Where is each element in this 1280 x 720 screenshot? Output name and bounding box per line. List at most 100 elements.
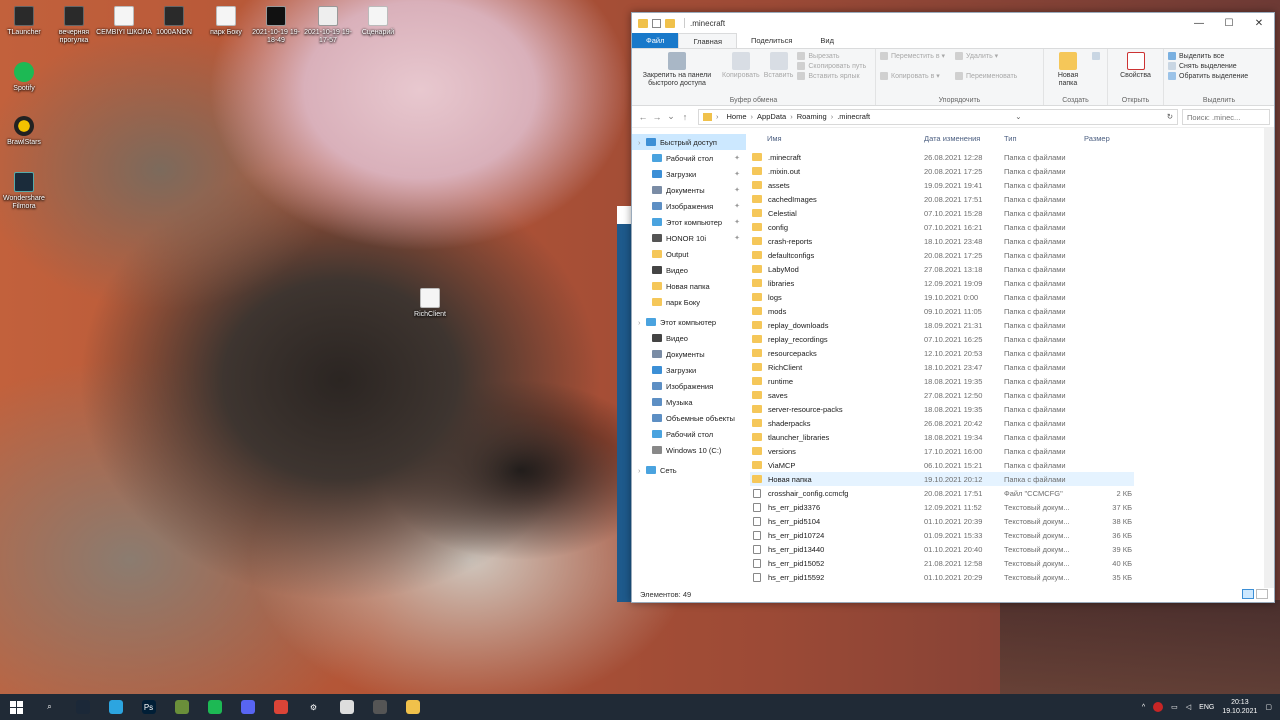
maximize-button[interactable]: ☐ xyxy=(1214,13,1244,33)
desktop-icon[interactable]: Wondershare Filmora xyxy=(0,172,52,211)
new-folder-button[interactable]: Новая папка xyxy=(1048,52,1088,93)
nav-item[interactable]: › Сеть xyxy=(632,462,746,478)
new-item-icon[interactable] xyxy=(1092,52,1103,60)
table-row[interactable]: hs_err_pid13440 01.10.2021 20:40 Текстовый… xyxy=(750,542,1134,556)
details-view-icon[interactable] xyxy=(1242,589,1254,599)
forward-button[interactable]: → xyxy=(650,112,664,122)
chevron-right-icon[interactable]: › xyxy=(638,466,646,475)
nav-item[interactable]: Музыка xyxy=(632,394,746,410)
taskbar-app[interactable] xyxy=(264,694,297,720)
table-row[interactable]: assets 19.09.2021 19:41 Папка с файлами xyxy=(750,178,1134,192)
table-row[interactable]: hs_err_pid15592 01.10.2021 20:29 Текстовый… xyxy=(750,570,1134,584)
breadcrumb-appdata[interactable]: AppData xyxy=(757,112,786,121)
desktop-icon[interactable]: Spotify xyxy=(0,62,52,93)
table-row[interactable]: server-resource-packs 18.08.2021 19:35 Пап… xyxy=(750,402,1134,416)
move-to-button[interactable]: Переместить в ▾ xyxy=(880,52,945,60)
address-dropdown-icon[interactable]: ⌄ xyxy=(1015,112,1025,121)
taskbar-app[interactable] xyxy=(330,694,363,720)
taskbar-app[interactable] xyxy=(66,694,99,720)
minimize-button[interactable]: — xyxy=(1184,13,1214,33)
start-button[interactable] xyxy=(0,694,33,720)
table-row[interactable]: ViaMCP 06.10.2021 15:21 Папка с файлами xyxy=(750,458,1134,472)
column-name[interactable]: Имя xyxy=(750,134,924,143)
pin-icon[interactable]: ✦ xyxy=(734,186,740,194)
network-icon[interactable]: ▭ xyxy=(1171,703,1178,711)
desktop-icon[interactable]: 2021-10-19 19-18-49 xyxy=(248,6,304,45)
chevron-right-icon[interactable]: › xyxy=(638,138,646,147)
table-row[interactable]: Celestial 07.10.2021 15:28 Папка с файлами xyxy=(750,206,1134,220)
nav-item[interactable]: Документы xyxy=(632,346,746,362)
paste-button[interactable]: Вставить xyxy=(764,52,793,93)
table-row[interactable]: mods 09.10.2021 11:05 Папка с файлами xyxy=(750,304,1134,318)
tab-share[interactable]: Поделиться xyxy=(737,33,806,48)
copy-button[interactable]: Копировать xyxy=(722,52,760,93)
desktop-icon[interactable]: вечерняя прогулка xyxy=(46,6,102,45)
taskbar-app[interactable]: ⌕ xyxy=(33,694,66,720)
nav-item[interactable]: Рабочий стол xyxy=(632,426,746,442)
taskbar-app[interactable] xyxy=(231,694,264,720)
desktop-icon[interactable]: 1000ANON xyxy=(146,6,202,37)
table-row[interactable]: .mixin.out 20.08.2021 17:25 Папка с файлам… xyxy=(750,164,1134,178)
clock[interactable]: 20:13 19.10.2021 xyxy=(1222,698,1257,716)
table-row[interactable]: runtime 18.08.2021 19:35 Папка с файлами xyxy=(750,374,1134,388)
breadcrumb-roaming[interactable]: Roaming xyxy=(797,112,827,121)
table-row[interactable]: hs_err_pid3376 12.09.2021 11:52 Текстовый … xyxy=(750,500,1134,514)
table-row[interactable]: resourcepacks 12.10.2021 20:53 Папка с фай… xyxy=(750,346,1134,360)
table-row[interactable]: RichClient 18.10.2021 23:47 Папка с файлам… xyxy=(750,360,1134,374)
select-none-button[interactable]: Снять выделение xyxy=(1168,62,1248,70)
tab-view[interactable]: Вид xyxy=(806,33,848,48)
invert-selection-button[interactable]: Обратить выделение xyxy=(1168,72,1248,80)
cut-button[interactable]: Вырезать xyxy=(797,52,866,60)
nav-item[interactable]: HONOR 10i ✦ xyxy=(632,230,746,246)
table-row[interactable]: versions 17.10.2021 16:00 Папка с файлами xyxy=(750,444,1134,458)
nav-item[interactable]: Видео xyxy=(632,262,746,278)
taskbar-app[interactable] xyxy=(363,694,396,720)
taskbar-app[interactable] xyxy=(198,694,231,720)
table-row[interactable]: hs_err_pid5104 01.10.2021 20:39 Текстовый … xyxy=(750,514,1134,528)
copy-path-button[interactable]: Скопировать путь xyxy=(797,62,866,70)
nav-item[interactable]: Объемные объекты xyxy=(632,410,746,426)
recent-locations-button[interactable]: ⌄ xyxy=(664,111,678,122)
table-row[interactable]: defaultconfigs 20.08.2021 17:25 Папка с фа… xyxy=(750,248,1134,262)
volume-icon[interactable]: ◁ xyxy=(1186,703,1191,711)
table-row[interactable]: replay_downloads 18.09.2021 21:31 Папка с … xyxy=(750,318,1134,332)
select-all-button[interactable]: Выделить все xyxy=(1168,52,1248,60)
nav-item[interactable]: Output xyxy=(632,246,746,262)
table-row[interactable]: cachedImages 20.08.2021 17:51 Папка с файл… xyxy=(750,192,1134,206)
table-row[interactable]: libraries 12.09.2021 19:09 Папка с файлами xyxy=(750,276,1134,290)
taskbar-app[interactable]: ⚙ xyxy=(297,694,330,720)
close-button[interactable]: ✕ xyxy=(1244,13,1274,33)
breadcrumb-home[interactable]: Home xyxy=(727,112,747,121)
column-type[interactable]: Тип xyxy=(1004,134,1084,143)
refresh-icon[interactable]: ↻ xyxy=(1167,112,1177,121)
desktop-icon[interactable]: парк Боку xyxy=(198,6,254,37)
chevron-right-icon[interactable]: › xyxy=(638,318,646,327)
table-row[interactable]: shaderpacks 26.08.2021 20:42 Папка с файла… xyxy=(750,416,1134,430)
column-size[interactable]: Размер xyxy=(1084,134,1134,143)
table-row[interactable]: Новая папка 19.10.2021 20:12 Папка с файла… xyxy=(750,472,1134,486)
nav-item[interactable]: Windows 10 (C:) xyxy=(632,442,746,458)
pin-icon[interactable]: ✦ xyxy=(734,218,740,226)
table-row[interactable]: saves 27.08.2021 12:50 Папка с файлами xyxy=(750,388,1134,402)
language-indicator[interactable]: ENG xyxy=(1199,704,1214,711)
table-row[interactable]: replay_recordings 07.10.2021 16:25 Папка с… xyxy=(750,332,1134,346)
tray-chevron-icon[interactable]: ^ xyxy=(1142,704,1145,711)
nav-item[interactable]: Загрузки xyxy=(632,362,746,378)
desktop-icon[interactable]: Сценарий xyxy=(350,6,406,37)
rename-button[interactable]: Переименовать xyxy=(955,72,1017,80)
nav-item[interactable]: Документы ✦ xyxy=(632,182,746,198)
desktop-icon[interactable]: TLauncher xyxy=(0,6,52,37)
chevron-right-icon[interactable]: › xyxy=(831,112,834,121)
desktop-icon[interactable]: 2021-10-19 19-17-57 xyxy=(300,6,356,45)
nav-item[interactable]: Видео xyxy=(632,330,746,346)
table-row[interactable]: .minecraft 26.08.2021 12:28 Папка с файлам… xyxy=(750,150,1134,164)
table-row[interactable]: config 07.10.2021 16:21 Папка с файлами xyxy=(750,220,1134,234)
notification-app-icon[interactable] xyxy=(1153,702,1164,712)
properties-quick-icon[interactable] xyxy=(652,18,661,28)
taskbar-app[interactable] xyxy=(165,694,198,720)
up-button[interactable]: ↑ xyxy=(678,112,692,122)
back-button[interactable]: ← xyxy=(636,112,650,122)
nav-item[interactable]: Новая папка xyxy=(632,278,746,294)
nav-item[interactable]: › Этот компьютер xyxy=(632,314,746,330)
title-bar[interactable]: .minecraft — ☐ ✕ xyxy=(632,13,1274,33)
